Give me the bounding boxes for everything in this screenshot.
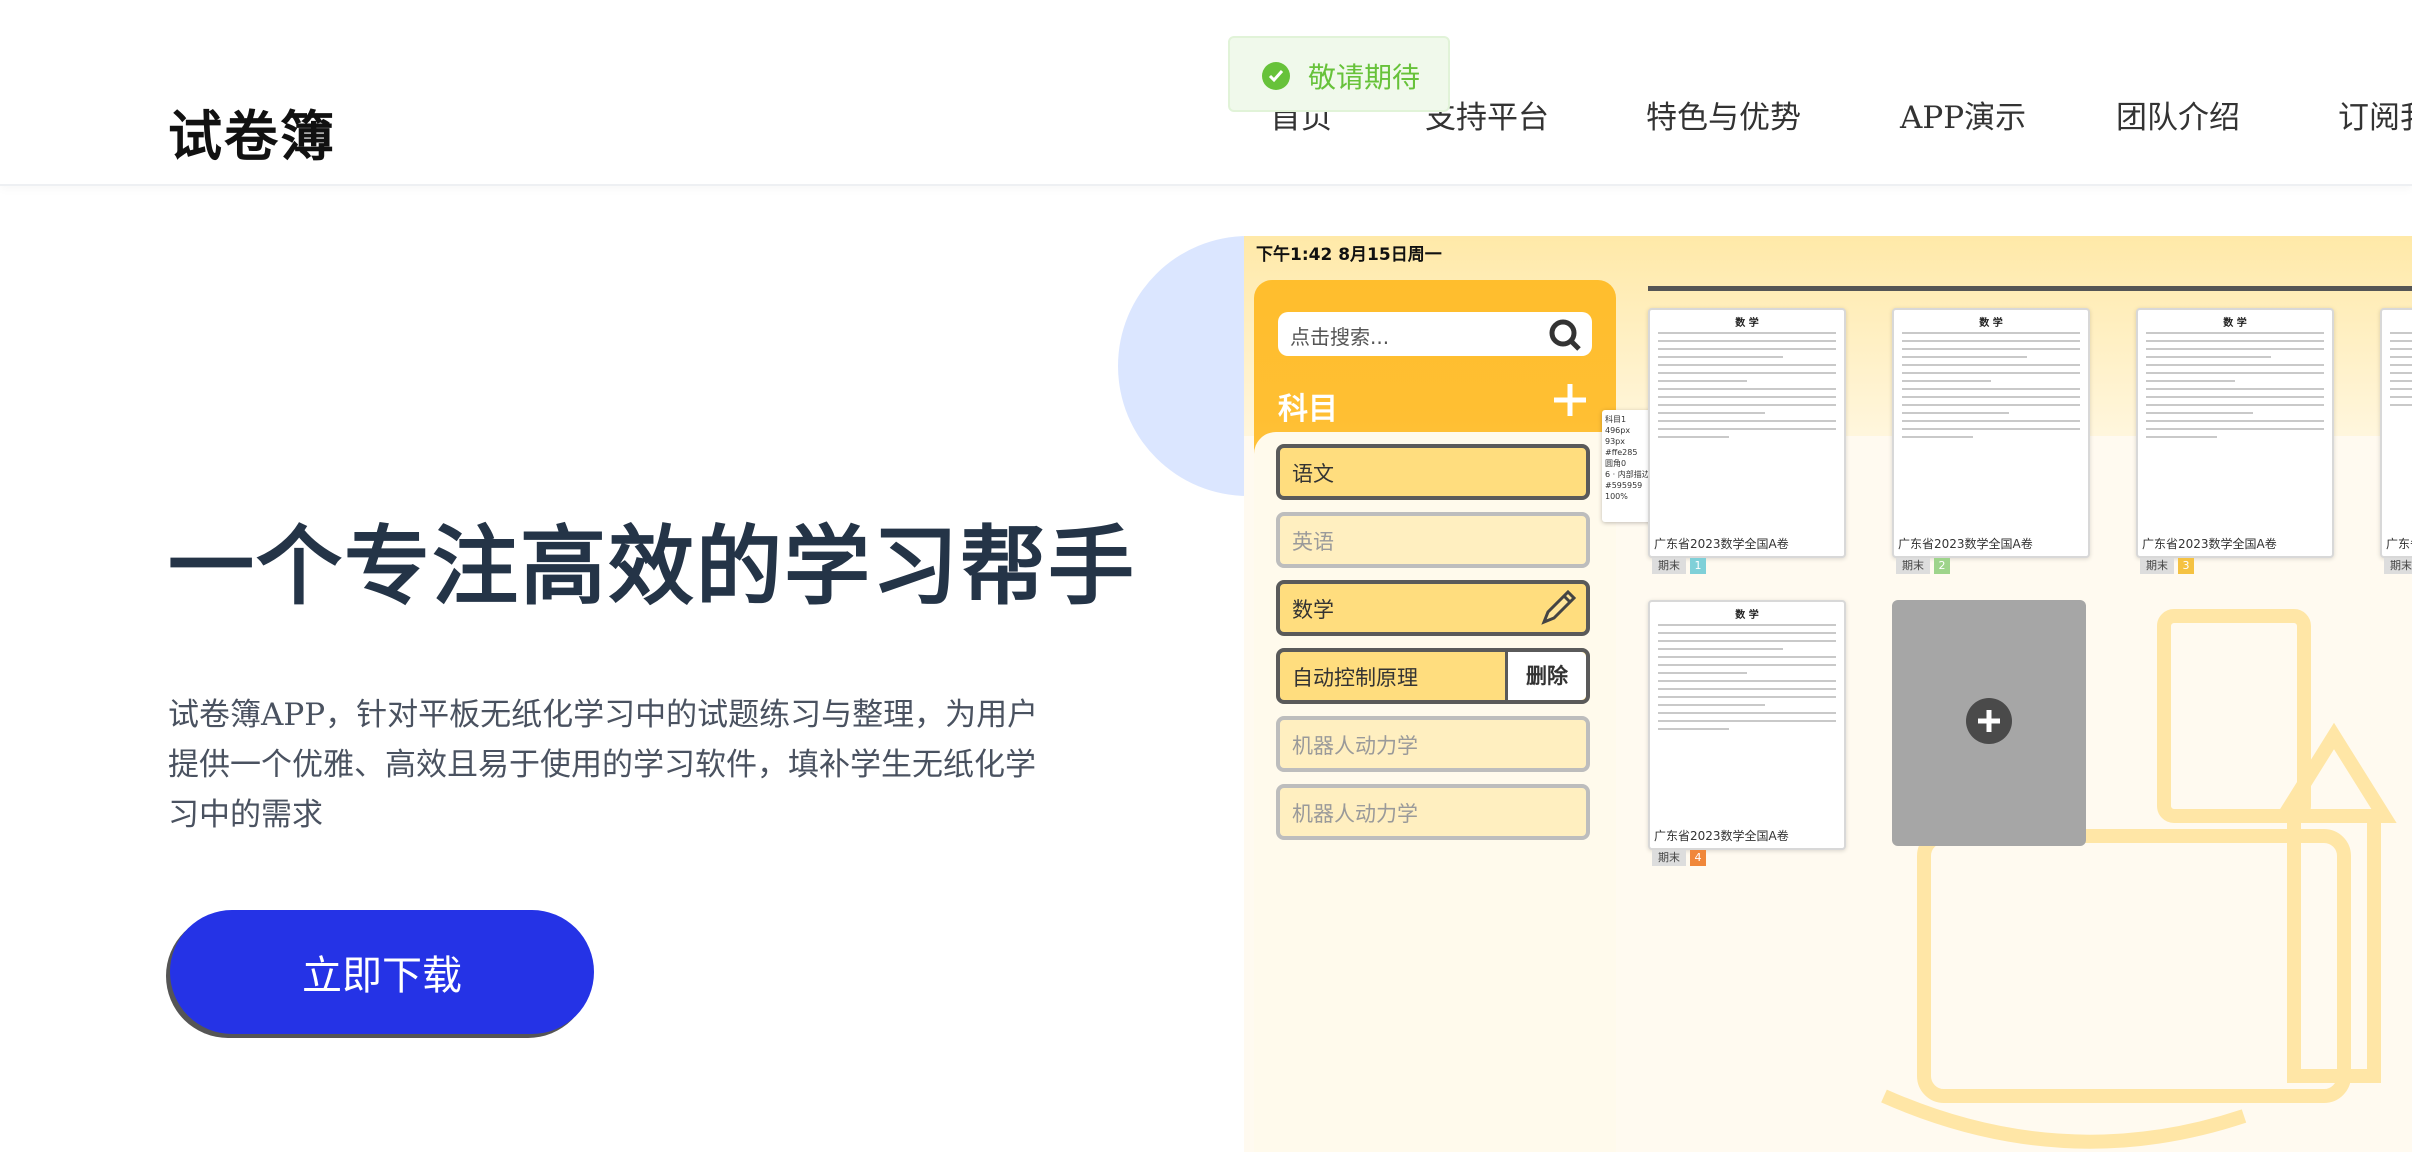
subject-item[interactable]: 机器人动力学 bbox=[1276, 716, 1590, 772]
paper-tag: 期末 3 bbox=[2140, 558, 2194, 574]
paper-heading: 数 学 bbox=[1735, 318, 1759, 329]
tag-count: 2 bbox=[1934, 558, 1950, 574]
status-bar-time: 下午1:42 8月15日周一 bbox=[1256, 245, 1442, 265]
subject-label: 英语 bbox=[1292, 530, 1334, 554]
edit-pencil-icon[interactable] bbox=[1536, 586, 1580, 649]
tag-label: 期末 bbox=[1652, 558, 1686, 574]
subjects-heading: 科目 bbox=[1278, 392, 1338, 427]
tag-label: 期末 bbox=[1896, 558, 1930, 574]
paper-preview bbox=[1658, 332, 1836, 444]
nav-features[interactable]: 特色与优势 bbox=[1646, 92, 1801, 137]
tag-label: 期末 bbox=[1652, 850, 1686, 866]
tag-count: 3 bbox=[2178, 558, 2194, 574]
subject-item[interactable]: 语文 bbox=[1276, 444, 1590, 500]
paper-card[interactable]: 数 学 广东省2023数学全国A卷 bbox=[2136, 308, 2334, 558]
toast-message: 敬请期待 bbox=[1228, 36, 1450, 112]
shelf-divider bbox=[1648, 286, 2412, 291]
site-logo[interactable]: 试卷簿 bbox=[168, 92, 336, 171]
nav-app-demo[interactable]: APP演示 bbox=[1900, 92, 2026, 137]
paper-title: 广东省2023数学全国A卷 bbox=[1898, 537, 2033, 551]
paper-tag: 期末 bbox=[2384, 558, 2412, 574]
subject-item[interactable]: 自动控制原理 删除 bbox=[1276, 648, 1590, 704]
hero-title: 一个专注高效的学习帮手 bbox=[168, 516, 1136, 617]
paper-title: 广东省2023数学全国A卷 bbox=[2142, 537, 2277, 551]
download-button[interactable]: 立即下载 bbox=[170, 910, 594, 1034]
paper-tag: 期末 1 bbox=[1652, 558, 1706, 574]
paper-preview bbox=[1658, 624, 1836, 736]
app-preview-screenshot: 下午1:42 8月15日周一 点击搜索... 科目 语文 英语 数学 自动控制原… bbox=[1244, 236, 2412, 1152]
search-icon[interactable] bbox=[1548, 318, 1582, 356]
site-header: 试卷簿 首页 支持平台 特色与优势 APP演示 团队介绍 订阅我 bbox=[0, 0, 2412, 186]
tag-count: 4 bbox=[1690, 850, 1706, 866]
subject-label: 自动控制原理 bbox=[1292, 666, 1418, 690]
paper-title: 广东省2023数学全国A卷 bbox=[1654, 829, 1789, 843]
subject-sidebar: 点击搜索... 科目 语文 英语 数学 自动控制原理 删除 机器人动力学 机器人… bbox=[1254, 280, 1616, 1152]
paper-heading: 数 学 bbox=[1979, 318, 2003, 329]
hero-description: 试卷簿APP，针对平板无纸化学习中的试题练习与整理，为用户提供一个优雅、高效且易… bbox=[168, 697, 1039, 833]
subject-item[interactable]: 机器人动力学 bbox=[1276, 784, 1590, 840]
subject-label: 机器人动力学 bbox=[1292, 802, 1418, 826]
add-paper-card[interactable] bbox=[1892, 600, 2086, 846]
tag-label: 期末 bbox=[2384, 558, 2412, 574]
tag-count: 1 bbox=[1690, 558, 1706, 574]
paper-card[interactable]: 数 学 广东省2023数学全国A卷 bbox=[1892, 308, 2090, 558]
paper-heading: 数 学 bbox=[2382, 314, 2412, 329]
search-input[interactable]: 点击搜索... bbox=[1278, 312, 1592, 356]
paper-preview bbox=[2390, 332, 2412, 412]
subject-item[interactable]: 英语 bbox=[1276, 512, 1590, 568]
nav-team[interactable]: 团队介绍 bbox=[2116, 92, 2240, 137]
delete-button[interactable]: 删除 bbox=[1505, 652, 1586, 700]
paper-card[interactable]: 数 学 广东省2023数学全国A卷 bbox=[2380, 308, 2412, 558]
subject-label: 机器人动力学 bbox=[1292, 734, 1418, 758]
check-circle-icon bbox=[1262, 62, 1290, 90]
paper-tag: 期末 4 bbox=[1652, 850, 1706, 866]
paper-title: 广东省2023数学全国A卷 bbox=[2386, 537, 2412, 551]
paper-card[interactable]: 数 学 广东省2023数学全国A卷 bbox=[1648, 308, 1846, 558]
plus-circle-icon[interactable] bbox=[1966, 698, 2012, 744]
subject-label: 数学 bbox=[1292, 598, 1334, 622]
paper-preview bbox=[1902, 332, 2080, 444]
search-placeholder: 点击搜索... bbox=[1290, 325, 1390, 349]
subject-item[interactable]: 数学 bbox=[1276, 580, 1590, 636]
paper-title: 广东省2023数学全国A卷 bbox=[1654, 537, 1789, 551]
tag-label: 期末 bbox=[2140, 558, 2174, 574]
add-subject-icon[interactable] bbox=[1550, 380, 1590, 424]
paper-heading: 数 学 bbox=[2223, 318, 2247, 329]
paper-card[interactable]: 数 学 广东省2023数学全国A卷 bbox=[1648, 600, 1846, 850]
paper-heading: 数 学 bbox=[1735, 610, 1759, 621]
nav-subscribe[interactable]: 订阅我 bbox=[2338, 92, 2412, 137]
subject-label: 语文 bbox=[1292, 462, 1334, 486]
paper-tag: 期末 2 bbox=[1896, 558, 1950, 574]
subject-list: 语文 英语 数学 自动控制原理 删除 机器人动力学 机器人动力学 bbox=[1254, 432, 1616, 1152]
toast-text: 敬请期待 bbox=[1308, 61, 1421, 94]
paper-preview bbox=[2146, 332, 2324, 444]
